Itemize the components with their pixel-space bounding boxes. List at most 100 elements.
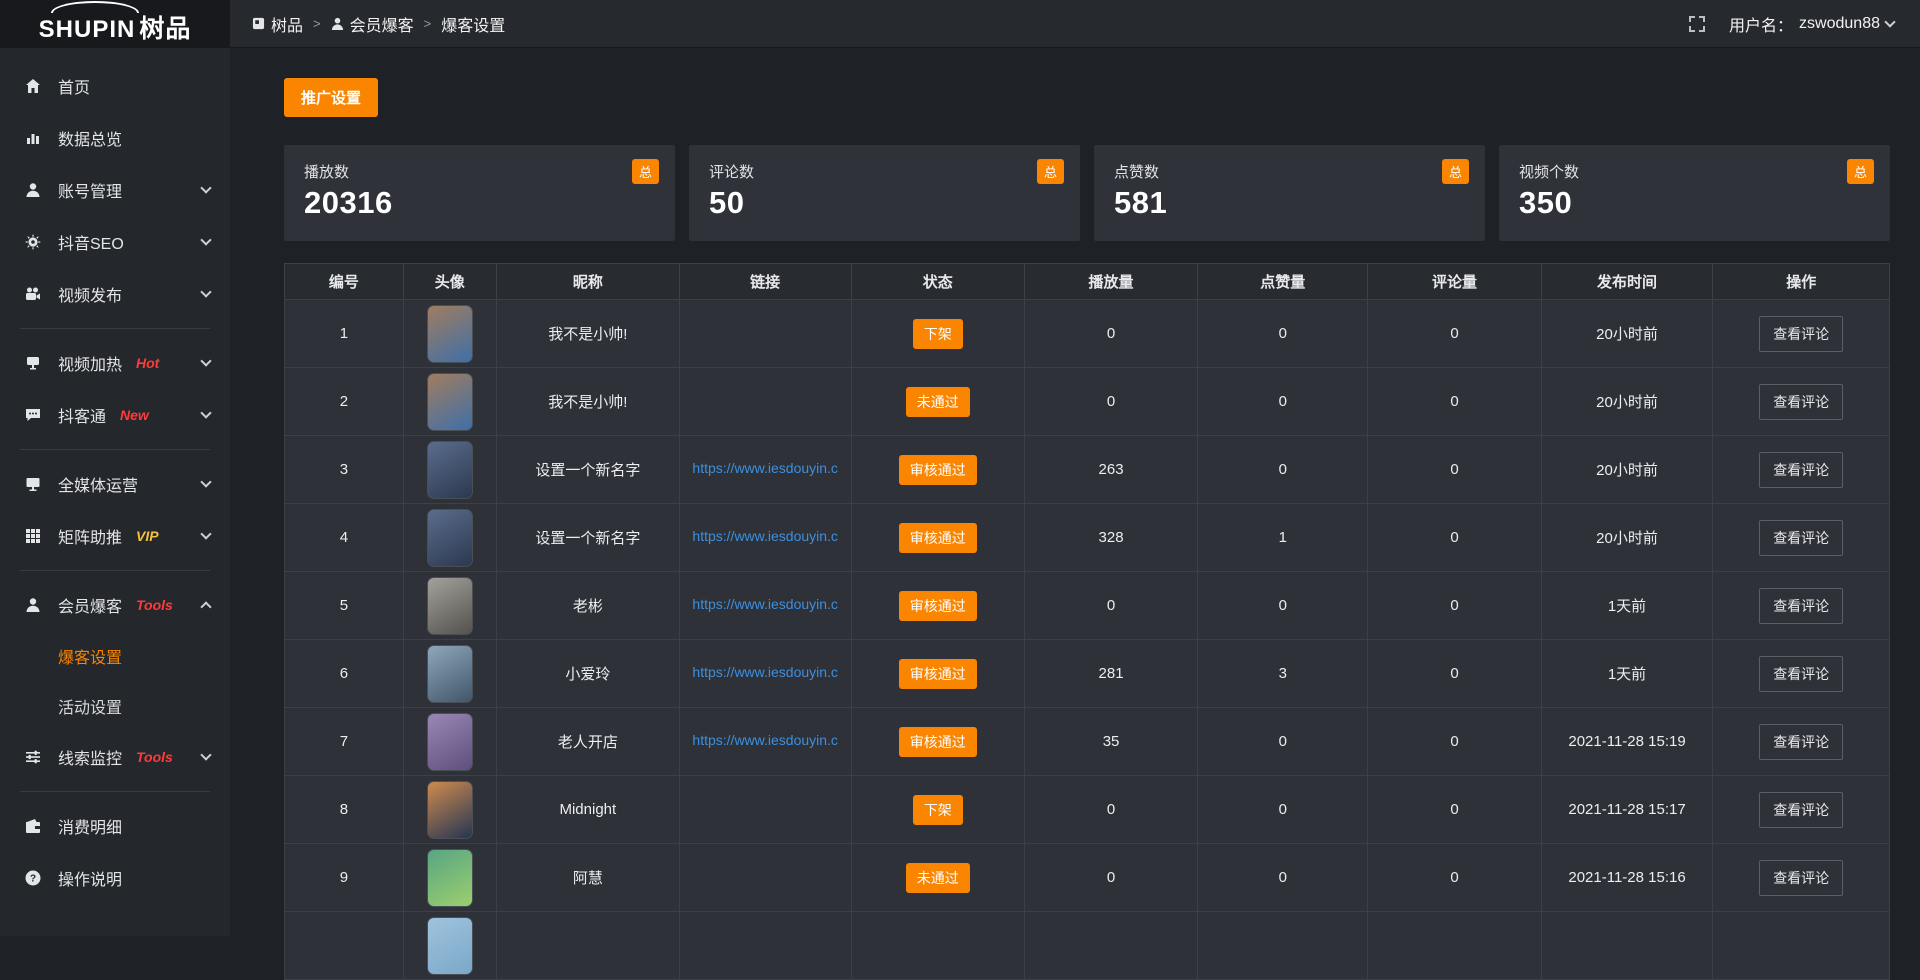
view-comments-button[interactable]: 查看评论 [1759,860,1843,896]
total-badge: 总 [1037,159,1064,184]
chevron-down-icon [200,407,211,418]
sidebar-item-member-baoke[interactable]: 会员爆客 Tools [0,579,230,631]
chevron-down-icon [200,355,211,366]
sidebar-item-video-heating[interactable]: 视频加热 Hot [0,337,230,389]
row-no: 7 [285,708,404,776]
sidebar-item-video-publish[interactable]: 视频发布 [0,268,230,320]
avatar [427,849,473,907]
comments-count: 0 [1368,300,1541,368]
brand-logo: SHUPIN树品 [39,3,192,45]
table-row: 7老人开店https://www.iesdouyin.c审核通过35002021… [285,708,1890,776]
stat-card-comments: 评论数 50 总 [689,145,1080,241]
home-icon [24,78,42,94]
app-window-icon [252,17,265,30]
video-link[interactable]: https://www.iesdouyin.c [692,732,838,748]
sidebar-item-data-overview[interactable]: 数据总览 [0,112,230,164]
brand-logo-cn: 树品 [139,15,191,43]
fullscreen-icon[interactable] [1689,16,1705,32]
stat-label: 评论数 [709,161,1060,182]
status-badge: 审核通过 [899,455,977,485]
sidebar-item-operation-guide[interactable]: ? 操作说明 [0,852,230,904]
view-comments-button[interactable]: 查看评论 [1759,520,1843,556]
row-no: 5 [285,572,404,640]
comments-count: 0 [1368,844,1541,912]
likes-count: 0 [1198,368,1368,436]
total-badge: 总 [632,159,659,184]
row-no: 3 [285,436,404,504]
publish-time: 20小时前 [1541,436,1713,504]
sidebar-item-account-management[interactable]: 账号管理 [0,164,230,216]
plays-count: 263 [1024,436,1197,504]
view-comments-button[interactable]: 查看评论 [1759,452,1843,488]
view-comments-button[interactable]: 查看评论 [1759,588,1843,624]
chevron-down-icon [200,286,211,297]
table-row: 2我不是小帅!未通过00020小时前查看评论 [285,368,1890,436]
comments-count: 0 [1368,776,1541,844]
video-link[interactable]: https://www.iesdouyin.c [692,596,838,612]
sidebar-item-home[interactable]: 首页 [0,60,230,112]
likes-count: 1 [1198,504,1368,572]
avatar [427,441,473,499]
chevron-down-icon [200,182,211,193]
nickname: 小爱玲 [496,640,679,708]
publish-time: 2021-11-28 15:16 [1541,844,1713,912]
total-badge: 总 [1847,159,1874,184]
nickname: 阿慧 [496,844,679,912]
status-badge: 下架 [913,319,963,349]
view-comments-button[interactable]: 查看评论 [1759,792,1843,828]
breadcrumb-member[interactable]: 会员爆客 [331,12,414,36]
user-menu[interactable]: 用户名：zswodun88 [1729,12,1894,36]
column-header-actions: 操作 [1713,264,1890,300]
sliders-icon [24,749,42,765]
likes-count: 0 [1198,300,1368,368]
breadcrumb-home[interactable]: 树品 [252,12,303,36]
breadcrumb-label: 会员爆客 [350,12,414,36]
likes-count: 0 [1198,844,1368,912]
nickname: 我不是小帅! [496,300,679,368]
sidebar-item-consumption-details[interactable]: 消费明细 [0,800,230,852]
sidebar-item-douketong[interactable]: 抖客通 New [0,389,230,441]
status-badge: 审核通过 [899,727,977,757]
video-link[interactable]: https://www.iesdouyin.c [692,460,838,476]
sidebar-item-omnimedia[interactable]: 全媒体运营 [0,458,230,510]
column-header-comments: 评论量 [1368,264,1541,300]
view-comments-button[interactable]: 查看评论 [1759,656,1843,692]
avatar [427,509,473,567]
sidebar-item-label: 全媒体运营 [58,472,138,496]
question-circle-icon: ? [24,870,42,886]
video-link[interactable]: https://www.iesdouyin.c [692,664,838,680]
sidebar-item-lead-monitoring[interactable]: 线索监控 Tools [0,731,230,783]
sidebar-divider [20,449,210,450]
plays-count [1024,912,1197,980]
sidebar-divider [20,791,210,792]
promotion-settings-button[interactable]: 推广设置 [284,78,378,117]
stat-value: 20316 [304,185,655,221]
column-header-status: 状态 [851,264,1024,300]
user-icon [24,182,42,198]
view-comments-button[interactable]: 查看评论 [1759,724,1843,760]
sidebar-subitem-activity-settings[interactable]: 活动设置 [0,681,230,731]
avatar [427,305,473,363]
comments-count: 0 [1368,572,1541,640]
column-header-nickname: 昵称 [496,264,679,300]
view-comments-button[interactable]: 查看评论 [1759,316,1843,352]
likes-count: 0 [1198,436,1368,504]
nickname [496,912,679,980]
publish-time: 20小时前 [1541,300,1713,368]
likes-count: 0 [1198,708,1368,776]
table-row: 3设置一个新名字https://www.iesdouyin.c审核通过26300… [285,436,1890,504]
tools-badge: Tools [136,597,173,613]
column-header-plays: 播放量 [1024,264,1197,300]
comments-count: 0 [1368,504,1541,572]
video-link[interactable]: https://www.iesdouyin.c [692,528,838,544]
view-comments-button[interactable]: 查看评论 [1759,384,1843,420]
tools-badge: Tools [136,749,173,765]
plays-count: 0 [1024,572,1197,640]
sidebar-subitem-baoke-settings[interactable]: 爆客设置 [0,631,230,681]
plays-count: 0 [1024,844,1197,912]
sidebar-item-douyin-seo[interactable]: 抖音SEO [0,216,230,268]
sidebar-divider [20,328,210,329]
comments-count [1368,912,1541,980]
plays-count: 281 [1024,640,1197,708]
sidebar-item-matrix-boost[interactable]: 矩阵助推 VIP [0,510,230,562]
